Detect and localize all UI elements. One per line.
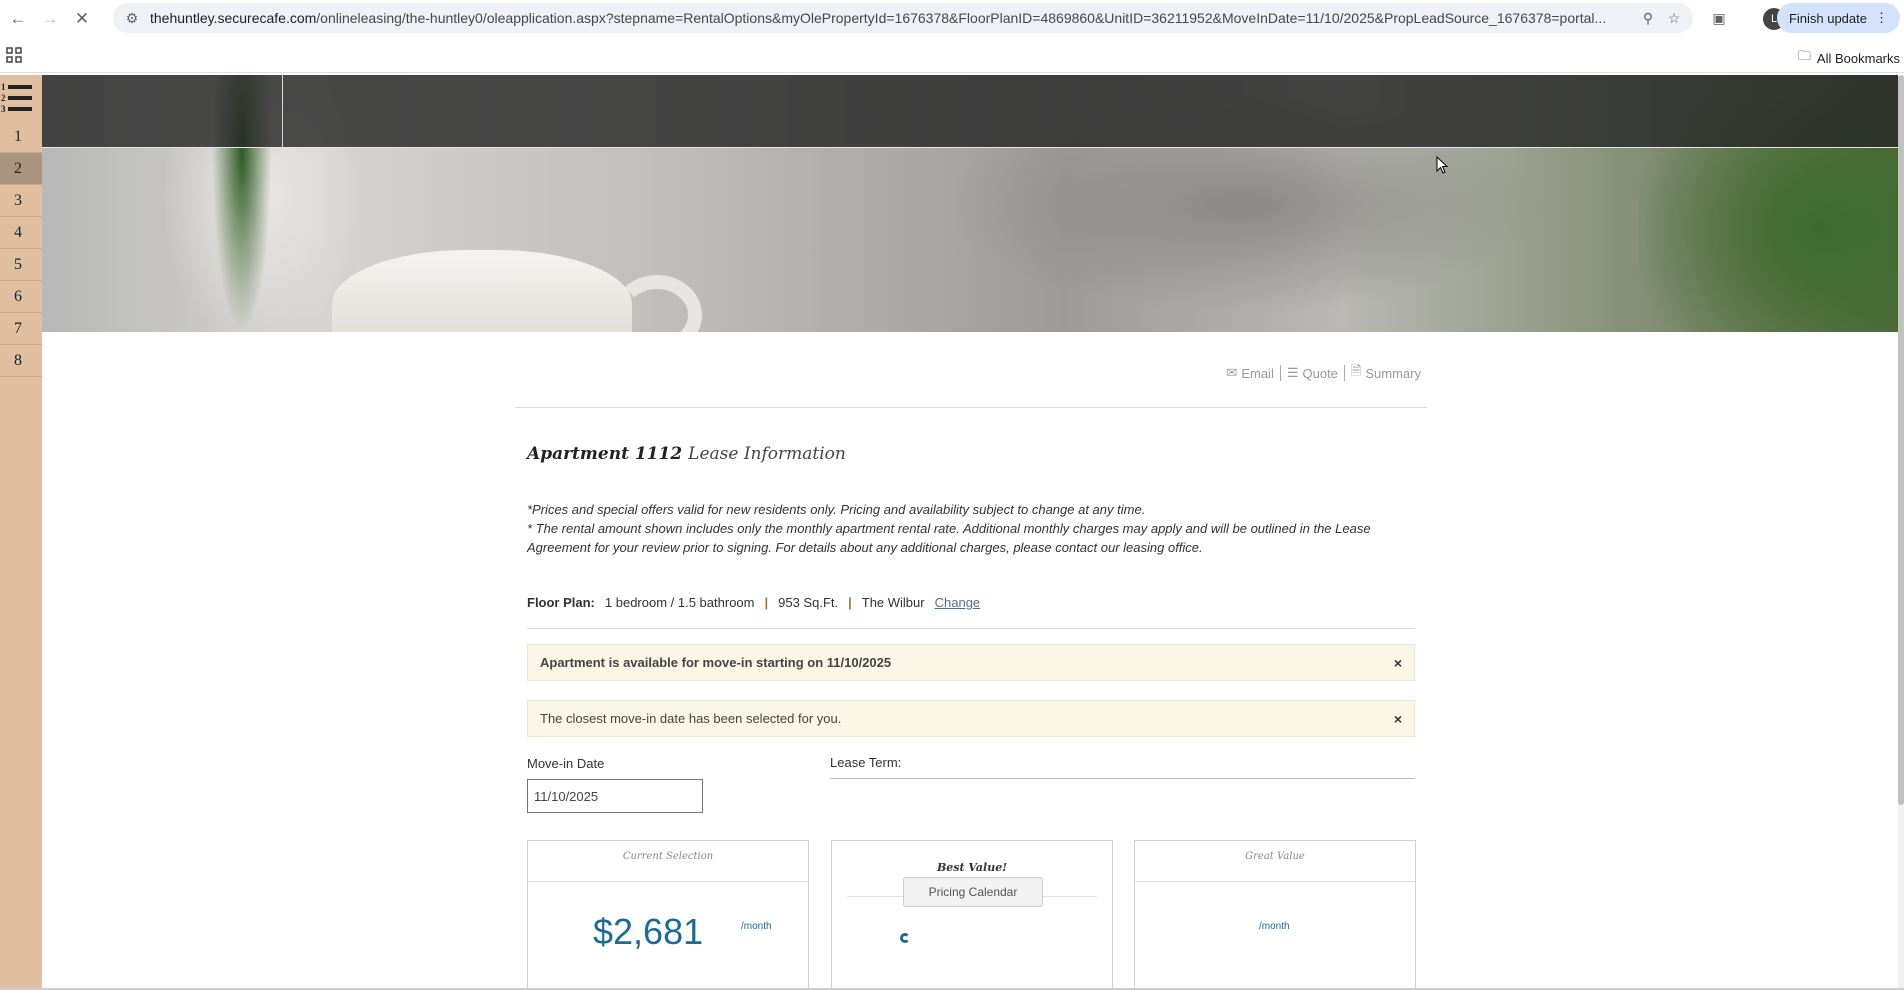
separator: | — [764, 595, 769, 610]
change-floor-plan-link[interactable]: Change — [935, 595, 981, 610]
floor-plan-sqft: 953 Sq.Ft. — [778, 595, 839, 610]
tab-search-icon[interactable]: ▣ — [1710, 9, 1728, 27]
numbered-list-icon[interactable]: 1 2 3 — [0, 80, 36, 116]
address-bar[interactable]: ⚙ thehuntley.securecafe.com/onlineleasin… — [113, 3, 1693, 33]
svg-text:1: 1 — [1, 82, 6, 92]
content-divider — [515, 407, 1427, 408]
page-scrollbar[interactable] — [1898, 75, 1904, 990]
back-button[interactable]: ← — [4, 5, 32, 33]
current-selection-card[interactable]: Current Selection $2,681 /month — [527, 840, 809, 990]
separator: | — [848, 595, 852, 610]
floor-plan-name: The Wilbur — [861, 595, 925, 610]
all-bookmarks-button[interactable]: 🗀 All Bookmarks — [1798, 47, 1900, 69]
card-heading: Great Value — [1245, 851, 1305, 862]
page-viewport: 1 2 3 1 2 3 4 5 6 7 8 ✉ Email ☰ Quote 🗎 Sum… — [0, 75, 1904, 990]
step-3[interactable]: 3 — [0, 185, 42, 217]
pricing-disclaimer: *Prices and special offers valid for new… — [527, 500, 1407, 557]
step-5[interactable]: 5 — [0, 249, 42, 281]
apps-grid-icon[interactable] — [6, 47, 22, 63]
url-host: thehuntley.securecafe.com — [150, 10, 317, 26]
menu-kebab-icon: ⋮ — [1875, 10, 1888, 25]
page-title: Apartment 1112 Lease Information — [527, 444, 846, 464]
move-in-date-input[interactable] — [527, 779, 703, 813]
lease-term-label: Lease Term: — [830, 755, 902, 770]
summary-link[interactable]: 🗎 Summary — [1345, 362, 1427, 384]
all-bookmarks-label: All Bookmarks — [1816, 50, 1900, 66]
card-price-partial — [900, 933, 910, 943]
hero-cup-shape — [332, 250, 632, 332]
availability-alert: Apartment is available for move-in start… — [527, 644, 1415, 681]
quote-link-label: Quote — [1302, 365, 1338, 381]
floor-plan-summary: Floor Plan: 1 bedroom / 1.5 bathroom | 9… — [527, 595, 980, 610]
closest-date-alert-text: The closest move-in date has been select… — [540, 711, 842, 726]
card-divider — [1135, 881, 1415, 882]
stop-loading-button[interactable]: ✕ — [68, 5, 96, 33]
step-4[interactable]: 4 — [0, 217, 42, 249]
floor-plan-label: Floor Plan: — [527, 595, 595, 610]
email-link-label: Email — [1241, 365, 1274, 381]
closest-date-alert: The closest move-in date has been select… — [527, 700, 1415, 737]
header-divider — [282, 75, 283, 148]
bookmark-star-icon[interactable]: ☆ — [1665, 9, 1683, 27]
browser-chrome: ← → ✕ ⚙ thehuntley.securecafe.com/online… — [0, 0, 1904, 75]
action-links: ✉ Email ☰ Quote 🗎 Summary — [1220, 362, 1427, 384]
great-value-card[interactable]: Great Value /month — [1134, 840, 1416, 990]
url-path: /onlineleasing/the-huntley0/oleapplicati… — [316, 10, 1607, 26]
finish-update-button[interactable]: Finish update ⋮ — [1776, 3, 1900, 33]
email-link[interactable]: ✉ Email — [1220, 365, 1279, 381]
step-sidebar: 1 2 3 1 2 3 4 5 6 7 8 — [0, 75, 42, 990]
step-7[interactable]: 7 — [0, 313, 42, 345]
step-2[interactable]: 2 — [0, 153, 42, 185]
card-price: $2,681 — [593, 911, 704, 952]
disclaimer-line-1: *Prices and special offers valid for new… — [527, 502, 1146, 517]
mouse-cursor-icon — [1436, 156, 1448, 174]
best-value-card[interactable]: Best Value! — [831, 840, 1113, 990]
card-divider — [528, 881, 808, 882]
scrollbar-thumb[interactable] — [1898, 75, 1904, 805]
title-suffix: Lease Information — [688, 444, 846, 464]
move-in-date-label: Move-in Date — [527, 756, 605, 771]
step-8[interactable]: 8 — [0, 345, 42, 377]
document-icon: 🗎 — [1350, 363, 1362, 378]
floor-plan-divider — [527, 628, 1415, 629]
apartment-number: Apartment 1112 — [527, 444, 683, 464]
quote-link[interactable]: ☰ Quote — [1281, 365, 1344, 381]
step-6[interactable]: 6 — [0, 281, 42, 313]
close-icon[interactable]: × — [1394, 711, 1402, 727]
card-per-month: /month — [1259, 921, 1290, 932]
summary-link-label: Summary — [1365, 365, 1421, 381]
card-heading: Current Selection — [622, 851, 714, 862]
site-settings-icon[interactable]: ⚙ — [123, 9, 141, 27]
folder-icon: 🗀 — [1797, 48, 1811, 63]
bookmarks-bar: 🗀 All Bookmarks — [0, 39, 1904, 73]
card-heading: Best Value! — [936, 861, 1008, 874]
disclaimer-line-2: * The rental amount shown includes only … — [527, 521, 1371, 555]
pricing-calendar-button[interactable]: Pricing Calendar — [903, 877, 1043, 907]
card-per-month: /month — [741, 921, 772, 932]
envelope-icon: ✉ — [1226, 365, 1238, 380]
list-icon: ☰ — [1286, 365, 1299, 380]
header-band — [42, 75, 1899, 148]
hero-cup-handle — [612, 275, 702, 332]
availability-alert-text: Apartment is available for move-in start… — [540, 655, 892, 670]
svg-text:3: 3 — [1, 104, 6, 114]
forward-button[interactable]: → — [36, 5, 64, 33]
floor-plan-beds-baths: 1 bedroom / 1.5 bathroom — [604, 595, 755, 610]
browser-toolbar: ← → ✕ ⚙ thehuntley.securecafe.com/online… — [0, 0, 1904, 37]
finish-update-label: Finish update — [1788, 10, 1867, 26]
url-text[interactable]: thehuntley.securecafe.com/onlineleasing/… — [150, 10, 1625, 26]
lease-term-select[interactable] — [830, 778, 1415, 779]
close-icon[interactable]: × — [1394, 655, 1402, 671]
zoom-icon[interactable]: ⚲ — [1639, 9, 1657, 27]
svg-text:2: 2 — [1, 93, 6, 103]
step-1[interactable]: 1 — [0, 121, 42, 153]
